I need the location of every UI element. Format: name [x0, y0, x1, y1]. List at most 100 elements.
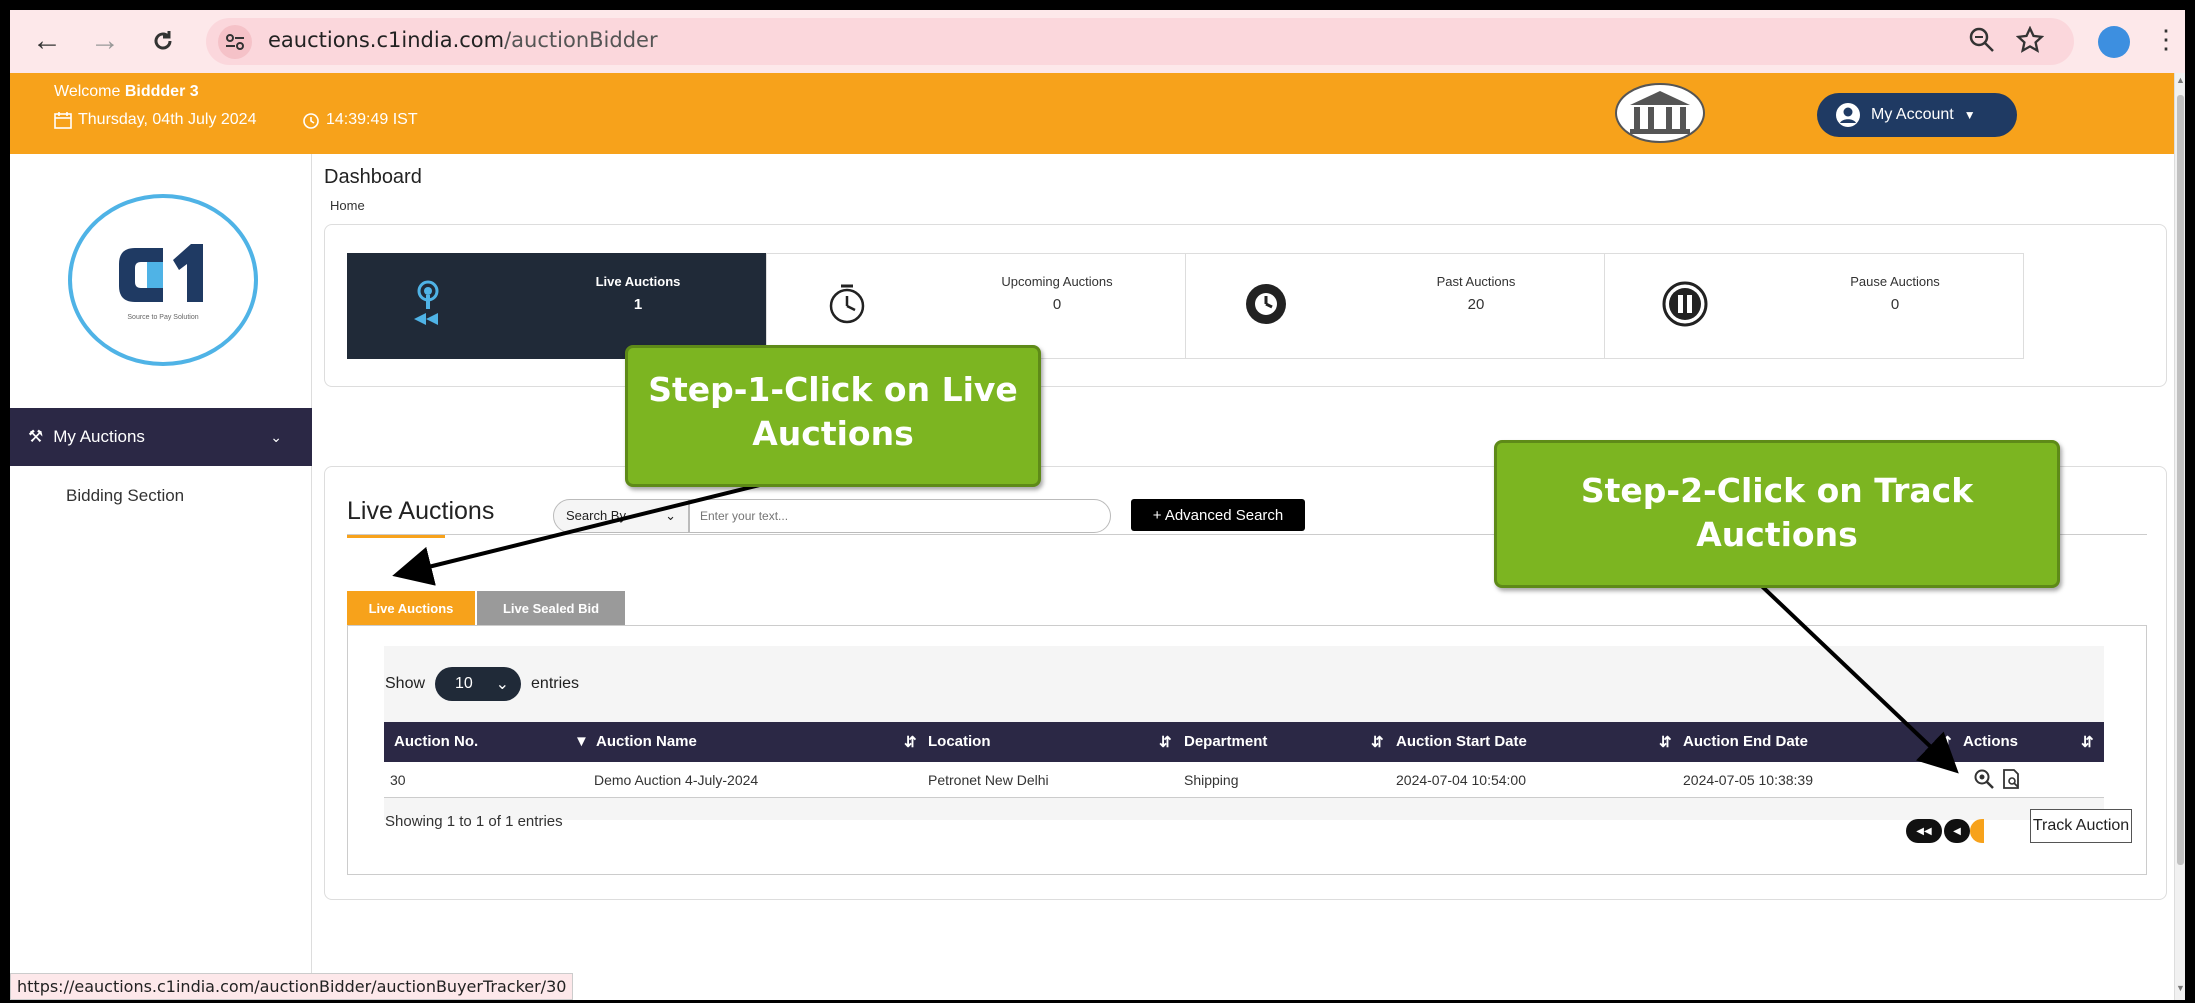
my-account-label: My Account	[1871, 106, 1954, 123]
app-header: Welcome Biddder 3 Thursday, 04th July 20…	[10, 73, 2174, 154]
chevron-down-icon: ⌄	[495, 676, 510, 693]
stat-upcoming-auctions[interactable]: Upcoming Auctions 0	[766, 253, 1186, 359]
sort-icon[interactable]: ⇵	[1159, 733, 1172, 751]
history-clock-icon	[1236, 274, 1296, 334]
browser-menu-icon[interactable]: ⋮	[2153, 24, 2179, 55]
cell-auction-name: Demo Auction 4-July-2024	[594, 772, 759, 788]
tab-live-sealed-bid[interactable]: Live Sealed Bid	[477, 591, 625, 625]
page-scrollbar[interactable]: ▲ ▼	[2174, 73, 2185, 1000]
show-label: Show	[385, 675, 426, 692]
column-header[interactable]: Department	[1184, 733, 1267, 750]
entries-control: Show 10 ⌄ entries	[385, 667, 579, 701]
sidebar-item-label: My Auctions	[53, 427, 145, 446]
forward-arrow-icon[interactable]: →	[88, 24, 122, 58]
advanced-search-button[interactable]: + Advanced Search	[1131, 499, 1305, 531]
cell-location: Petronet New Delhi	[928, 772, 1049, 788]
track-auction-icon[interactable]	[1973, 768, 1995, 793]
sort-icon[interactable]: ⇵	[1939, 733, 1952, 751]
first-page-icon[interactable]: ◀◀	[1906, 819, 1942, 843]
sidebar-item-bidding-section[interactable]: Bidding Section	[66, 486, 184, 506]
user-avatar-icon	[1836, 103, 1860, 127]
column-header[interactable]: Actions	[1963, 733, 2018, 750]
c1-logo-mark-icon	[119, 243, 203, 302]
track-auction-tooltip: Track Auction	[2030, 809, 2132, 843]
chevron-down-icon: ⌄	[270, 428, 282, 445]
stat-label: Upcoming Auctions	[1001, 274, 1113, 289]
screen: ← → eauctions.c1india.com/auctionBidder …	[10, 10, 2185, 1000]
stat-value: 0	[1890, 296, 1900, 313]
stat-past-auctions[interactable]: Past Auctions 20	[1185, 253, 1605, 359]
step2-callout: Step-2-Click on Track Auctions	[1494, 440, 2060, 588]
stat-pause-auctions[interactable]: Pause Auctions 0	[1604, 253, 2024, 359]
tab-live-auctions[interactable]: Live Auctions	[347, 591, 475, 625]
column-header[interactable]: Auction No.	[394, 733, 478, 750]
welcome-prefix: Welcome	[54, 83, 125, 100]
c1-logo: Source to Pay Solution	[68, 194, 258, 366]
date-line: Thursday, 04th July 2024	[54, 111, 256, 129]
sort-icon[interactable]: ⇵	[1371, 733, 1384, 751]
url-path: /auctionBidder	[504, 28, 658, 52]
url-text: eauctions.c1india.com/auctionBidder	[268, 28, 658, 52]
cell-department: Shipping	[1184, 772, 1239, 788]
stat-value: 1	[633, 296, 643, 313]
step1-callout: Step-1-Click on Live Auctions	[625, 345, 1041, 487]
column-header[interactable]: Auction Name	[596, 733, 697, 750]
my-account-button[interactable]: My Account ▼	[1817, 93, 2017, 137]
section-title: Live Auctions	[347, 497, 495, 525]
scroll-up-icon[interactable]: ▲	[2175, 75, 2185, 89]
institution-emblem-icon	[1615, 83, 1705, 143]
cell-start-date: 2024-07-04 10:54:00	[1396, 772, 1526, 788]
sort-icon[interactable]: ⇵	[1659, 733, 1672, 751]
search-by-label: Search By	[566, 508, 626, 523]
entries-select[interactable]: 10 ⌄	[435, 667, 522, 701]
stats-card: Live Auctions 1 Upcoming Auctions 0 Past…	[324, 224, 2167, 387]
scroll-down-icon[interactable]: ▼	[2175, 983, 2185, 997]
welcome-text: Welcome Biddder 3	[54, 83, 199, 101]
sidebar: Source to Pay Solution ⚒ My Auctions ⌄ B…	[10, 154, 312, 1000]
view-document-icon[interactable]	[2001, 768, 2023, 793]
status-bar-url: https://eauctions.c1india.com/auctionBid…	[10, 973, 574, 1000]
breadcrumb[interactable]: Home	[330, 198, 365, 213]
select-caret-icon: ⌄	[665, 508, 676, 523]
column-header[interactable]: Auction End Date	[1683, 733, 1808, 750]
zoom-icon[interactable]	[1968, 26, 1996, 59]
current-time: 14:39:49 IST	[326, 111, 418, 128]
stat-label: Pause Auctions	[1850, 274, 1940, 289]
stopwatch-icon	[817, 274, 877, 334]
sort-icon[interactable]: ⇵	[904, 733, 917, 751]
url-domain: eauctions.c1india.com	[268, 28, 505, 52]
browser-toolbar: ← → eauctions.c1india.com/auctionBidder …	[10, 10, 2185, 73]
prev-page-icon[interactable]: ◀	[1944, 819, 1970, 843]
sort-icon[interactable]: ⇵	[2081, 733, 2094, 751]
address-bar[interactable]: eauctions.c1india.com/auctionBidder	[206, 18, 2074, 65]
column-header[interactable]: Auction Start Date	[1396, 733, 1527, 750]
cell-end-date: 2024-07-05 10:38:39	[1683, 772, 1813, 788]
reload-icon[interactable]	[146, 24, 180, 58]
page-title: Dashboard	[324, 166, 422, 188]
user-name: Biddder 3	[124, 83, 199, 100]
caret-down-icon: ▼	[1963, 108, 1976, 122]
entries-value: 10	[455, 675, 473, 692]
entries-label: entries	[531, 675, 580, 692]
column-header[interactable]: Location	[928, 733, 991, 750]
site-settings-icon[interactable]	[218, 25, 252, 59]
scroll-thumb[interactable]	[2177, 95, 2184, 865]
table-row: 30 Demo Auction 4-July-2024 Petronet New…	[384, 762, 2104, 798]
search-input[interactable]	[689, 499, 1111, 533]
sort-desc-icon[interactable]: ▼	[574, 733, 589, 750]
stat-value: 0	[1052, 296, 1062, 313]
sidebar-item-my-auctions[interactable]: ⚒ My Auctions ⌄	[10, 408, 312, 466]
profile-avatar-icon[interactable]	[2098, 26, 2130, 58]
table-info: Showing 1 to 1 of 1 entries	[385, 813, 563, 830]
stat-label: Past Auctions	[1436, 274, 1516, 289]
logo-tagline: Source to Pay Solution	[127, 313, 199, 321]
title-underline	[347, 535, 445, 538]
stat-value: 20	[1467, 296, 1485, 313]
search-by-select[interactable]: Search By ⌄	[553, 499, 689, 533]
pause-icon	[1655, 274, 1715, 334]
stat-label: Live Auctions	[595, 274, 681, 289]
stat-live-auctions[interactable]: Live Auctions 1	[347, 253, 767, 359]
current-date: Thursday, 04th July 2024	[78, 111, 257, 128]
bookmark-star-icon[interactable]	[2015, 25, 2045, 59]
back-arrow-icon[interactable]: ←	[30, 24, 64, 58]
